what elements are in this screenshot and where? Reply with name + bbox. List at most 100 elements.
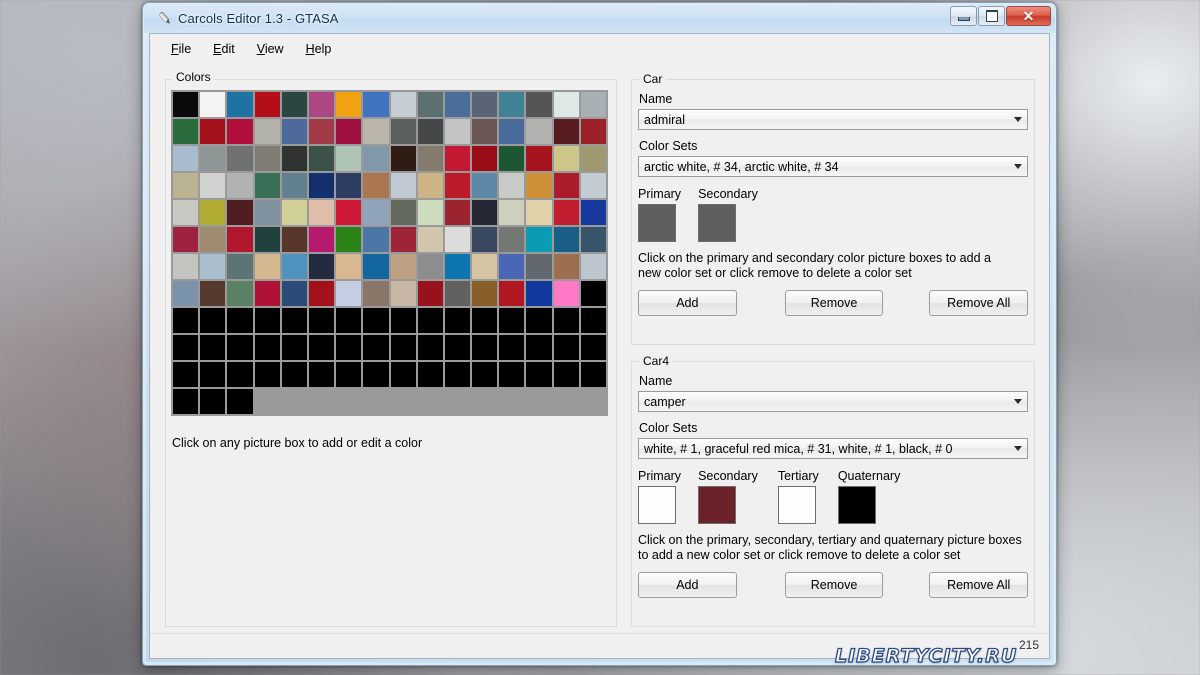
color-swatch[interactable] xyxy=(362,172,390,199)
color-swatch[interactable] xyxy=(416,280,444,307)
color-swatch[interactable] xyxy=(307,280,336,307)
car4-remove-button[interactable]: Remove xyxy=(784,572,884,598)
color-swatch[interactable] xyxy=(307,91,336,118)
color-swatch[interactable] xyxy=(443,280,472,307)
car-add-button[interactable]: Add xyxy=(638,290,737,316)
color-swatch-empty[interactable] xyxy=(172,334,200,361)
color-swatch[interactable] xyxy=(362,118,390,145)
color-swatch[interactable] xyxy=(552,172,580,199)
color-swatch[interactable] xyxy=(525,145,553,172)
color-swatch-empty[interactable] xyxy=(362,307,390,334)
color-swatch[interactable] xyxy=(253,145,281,172)
color-swatch[interactable] xyxy=(498,199,526,226)
color-swatch-empty[interactable] xyxy=(443,334,472,361)
color-swatch-empty[interactable] xyxy=(253,307,281,334)
color-swatch[interactable] xyxy=(443,145,472,172)
color-swatch[interactable] xyxy=(307,199,336,226)
color-swatch-empty[interactable] xyxy=(307,361,336,388)
color-swatch-empty[interactable] xyxy=(199,388,227,415)
color-grid[interactable] xyxy=(171,90,608,416)
color-swatch[interactable] xyxy=(226,145,254,172)
color-swatch[interactable] xyxy=(280,226,308,253)
color-swatch-empty[interactable] xyxy=(498,361,526,388)
color-swatch-empty[interactable] xyxy=(498,334,526,361)
color-swatch[interactable] xyxy=(172,118,200,145)
color-swatch[interactable] xyxy=(579,253,607,280)
color-swatch[interactable] xyxy=(199,145,227,172)
color-swatch[interactable] xyxy=(226,118,254,145)
color-swatch[interactable] xyxy=(172,253,200,280)
menu-item-edit[interactable]: Edit xyxy=(202,38,246,60)
color-swatch-empty[interactable] xyxy=(552,334,580,361)
color-swatch[interactable] xyxy=(226,199,254,226)
color-swatch[interactable] xyxy=(199,226,227,253)
color-swatch-empty[interactable] xyxy=(253,334,281,361)
color-swatch-empty[interactable] xyxy=(525,307,553,334)
color-swatch[interactable] xyxy=(525,91,553,118)
color-swatch-empty[interactable] xyxy=(443,307,472,334)
color-swatch[interactable] xyxy=(172,226,200,253)
chevron-down-icon[interactable] xyxy=(1009,439,1026,458)
color-swatch[interactable] xyxy=(226,280,254,307)
car4-colorsets-combo[interactable]: white, # 1, graceful red mica, # 31, whi… xyxy=(638,438,1028,459)
color-swatch[interactable] xyxy=(335,91,363,118)
color-swatch[interactable] xyxy=(307,145,336,172)
color-swatch[interactable] xyxy=(335,253,363,280)
color-swatch[interactable] xyxy=(443,172,472,199)
color-swatch-empty[interactable] xyxy=(172,361,200,388)
menu-item-help[interactable]: Help xyxy=(295,38,343,60)
color-swatch[interactable] xyxy=(416,91,444,118)
color-swatch[interactable] xyxy=(498,280,526,307)
color-swatch[interactable] xyxy=(226,172,254,199)
color-swatch[interactable] xyxy=(552,280,580,307)
color-swatch-empty[interactable] xyxy=(416,361,444,388)
chevron-down-icon[interactable] xyxy=(1009,157,1026,176)
color-swatch[interactable] xyxy=(253,253,281,280)
color-swatch-empty[interactable] xyxy=(362,334,390,361)
color-swatch[interactable] xyxy=(579,91,607,118)
car-colorsets-combo[interactable]: arctic white, # 34, arctic white, # 34 xyxy=(638,156,1028,177)
color-swatch[interactable] xyxy=(226,253,254,280)
color-swatch[interactable] xyxy=(172,172,200,199)
color-swatch-empty[interactable] xyxy=(552,307,580,334)
car4-add-button[interactable]: Add xyxy=(638,572,737,598)
color-swatch[interactable] xyxy=(389,253,417,280)
color-swatch-empty[interactable] xyxy=(226,388,254,415)
color-swatch[interactable] xyxy=(280,118,308,145)
color-swatch[interactable] xyxy=(498,91,526,118)
color-swatch[interactable] xyxy=(362,145,390,172)
color-swatch[interactable] xyxy=(280,145,308,172)
color-swatch[interactable] xyxy=(552,145,580,172)
color-swatch[interactable] xyxy=(307,118,336,145)
color-swatch[interactable] xyxy=(253,172,281,199)
color-swatch[interactable] xyxy=(471,172,499,199)
color-swatch[interactable] xyxy=(362,226,390,253)
color-swatch[interactable] xyxy=(280,253,308,280)
color-swatch[interactable] xyxy=(389,145,417,172)
color-swatch[interactable] xyxy=(471,226,499,253)
car4-quaternary-swatch[interactable] xyxy=(837,486,876,524)
color-swatch[interactable] xyxy=(253,226,281,253)
color-swatch[interactable] xyxy=(525,280,553,307)
color-swatch[interactable] xyxy=(172,145,200,172)
color-swatch-empty[interactable] xyxy=(416,307,444,334)
color-swatch[interactable] xyxy=(416,145,444,172)
close-button[interactable]: ✕ xyxy=(1006,6,1051,26)
color-swatch[interactable] xyxy=(199,253,227,280)
color-swatch-empty[interactable] xyxy=(525,361,553,388)
color-swatch[interactable] xyxy=(280,91,308,118)
maximize-button[interactable] xyxy=(978,6,1005,26)
menu-item-view[interactable]: View xyxy=(246,38,295,60)
chevron-down-icon[interactable] xyxy=(1009,392,1026,411)
color-swatch[interactable] xyxy=(471,199,499,226)
color-swatch[interactable] xyxy=(525,118,553,145)
color-swatch[interactable] xyxy=(498,253,526,280)
color-swatch-empty[interactable] xyxy=(172,388,200,415)
color-swatch[interactable] xyxy=(362,199,390,226)
color-swatch[interactable] xyxy=(416,118,444,145)
color-swatch-empty[interactable] xyxy=(335,334,363,361)
car-name-combo[interactable]: admiral xyxy=(638,109,1028,130)
color-swatch[interactable] xyxy=(443,253,472,280)
color-swatch-empty[interactable] xyxy=(579,334,607,361)
car-remove-all-button[interactable]: Remove All xyxy=(929,290,1029,316)
